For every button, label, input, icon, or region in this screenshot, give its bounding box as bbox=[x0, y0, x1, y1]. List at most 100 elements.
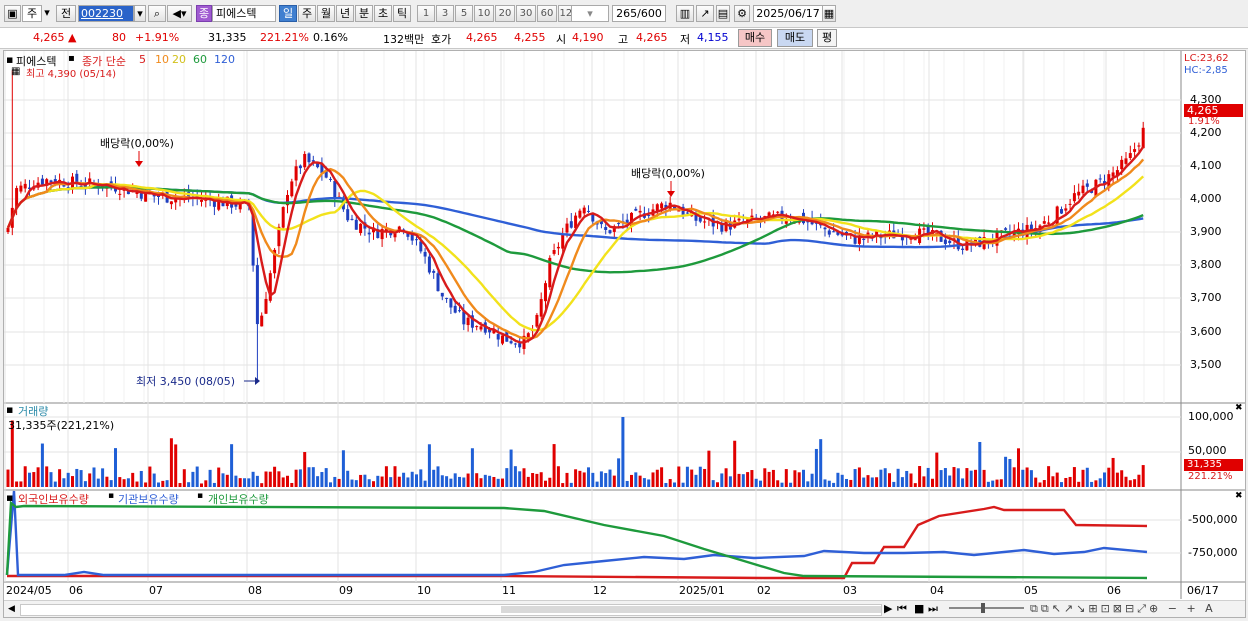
candle-body-103 bbox=[449, 298, 453, 308]
volume-toggle-icon[interactable]: ▪ bbox=[6, 403, 13, 416]
sell-button[interactable]: 매도 bbox=[777, 29, 813, 47]
volume-bar-139 bbox=[604, 473, 608, 487]
stock-code-input[interactable]: 002230 bbox=[78, 5, 134, 22]
speaker-icon[interactable]: ◀▾ bbox=[167, 5, 192, 22]
save-icon[interactable]: ▤ bbox=[716, 5, 730, 22]
volume-bar-222 bbox=[961, 478, 965, 487]
volume-bar-233 bbox=[1008, 458, 1012, 487]
volume-bar-173 bbox=[750, 470, 754, 487]
candle-body-213 bbox=[922, 228, 926, 230]
zoom-slider-thumb[interactable] bbox=[981, 603, 985, 613]
candle-body-76 bbox=[333, 181, 337, 199]
period-button-4[interactable]: 분 bbox=[355, 5, 373, 22]
search-icon[interactable]: ⌕ bbox=[148, 5, 166, 22]
interval-select[interactable]: ▾ bbox=[571, 5, 609, 22]
volume-bar-76 bbox=[333, 476, 337, 487]
current-price: 4,265 bbox=[33, 31, 65, 44]
calendar-icon[interactable]: ▦ bbox=[822, 5, 836, 22]
interval-button-3[interactable]: 10 bbox=[474, 5, 494, 22]
interval-button-1[interactable]: 3 bbox=[436, 5, 454, 22]
candle-body-263 bbox=[1137, 145, 1141, 147]
chart-svg[interactable] bbox=[4, 51, 1245, 617]
period-button-3[interactable]: 년 bbox=[336, 5, 354, 22]
interval-button-4[interactable]: 20 bbox=[495, 5, 515, 22]
holding-toggle-icon[interactable]: ▪ bbox=[6, 491, 13, 504]
volume-bar-129 bbox=[561, 483, 565, 487]
trend-icon[interactable]: ↗ bbox=[696, 5, 714, 22]
volume-bar-126 bbox=[548, 477, 552, 487]
period-button-1[interactable]: 주 bbox=[298, 5, 316, 22]
eval-button[interactable]: 평 bbox=[817, 29, 837, 47]
period-button-5[interactable]: 초 bbox=[374, 5, 392, 22]
period-button-6[interactable]: 틱 bbox=[393, 5, 411, 22]
candle-body-90 bbox=[393, 233, 397, 238]
volume-bar-249 bbox=[1077, 481, 1081, 487]
stop-icon[interactable]: ■ bbox=[914, 602, 924, 615]
date-field[interactable]: 2025/06/17 bbox=[753, 5, 823, 22]
volume-bar-50 bbox=[221, 473, 225, 487]
count-field[interactable]: 265/600 bbox=[612, 5, 666, 22]
period-select[interactable]: 주 bbox=[22, 5, 42, 22]
chart-type-icon[interactable]: ▣ bbox=[4, 5, 21, 22]
candle-body-249 bbox=[1077, 191, 1081, 196]
volume-bar-55 bbox=[243, 478, 246, 487]
volume-bar-40 bbox=[178, 483, 182, 487]
candle-body-199 bbox=[862, 238, 866, 240]
x-axis-label-2: 07 bbox=[149, 584, 163, 597]
candle-body-60 bbox=[264, 298, 268, 314]
panel-toggle-icon[interactable]: ▪ bbox=[6, 53, 13, 66]
jeon-button[interactable]: 전 bbox=[56, 5, 76, 22]
rewind-icon[interactable]: ⏮ bbox=[897, 602, 907, 616]
volume-current-tag: 31,335 bbox=[1184, 459, 1243, 471]
interval-button-2[interactable]: 5 bbox=[455, 5, 473, 22]
code-dropdown-icon[interactable]: ▾ bbox=[134, 5, 146, 22]
volume-bar-142 bbox=[617, 458, 621, 487]
play-icon[interactable]: ▶ bbox=[884, 602, 892, 615]
volume-bar-186 bbox=[806, 481, 810, 487]
volume-bar-12 bbox=[58, 469, 62, 487]
stock-code-value: 002230 bbox=[81, 7, 123, 20]
candle-body-158 bbox=[685, 212, 689, 214]
volume-bar-77 bbox=[337, 478, 341, 487]
period-button-2[interactable]: 월 bbox=[317, 5, 335, 22]
volume-bar-190 bbox=[823, 479, 827, 487]
volume-bar-36 bbox=[161, 480, 165, 487]
gear-icon[interactable]: ⚙ bbox=[734, 5, 750, 22]
volume-bar-119 bbox=[518, 471, 522, 487]
price-tick-8: 3,500 bbox=[1190, 358, 1222, 371]
zoom-slider[interactable] bbox=[949, 607, 1024, 609]
candle-body-129 bbox=[561, 234, 565, 249]
interval-button-6[interactable]: 60 bbox=[537, 5, 557, 22]
volume-bar-101 bbox=[440, 475, 444, 487]
holding-close-icon[interactable]: ✖ bbox=[1235, 491, 1243, 501]
x-axis-label-13: 06 bbox=[1107, 584, 1121, 597]
volume-bar-80 bbox=[350, 479, 354, 487]
candle-body-102 bbox=[445, 297, 449, 299]
chart-tools-icon[interactable]: ▥ bbox=[676, 5, 694, 22]
forward-icon[interactable]: ⏭ bbox=[928, 602, 938, 616]
scroll-left-icon[interactable]: ◀ bbox=[8, 604, 15, 614]
volume-bar-204 bbox=[883, 468, 887, 487]
volume-bar-10 bbox=[49, 472, 53, 487]
period-button-0[interactable]: 일 bbox=[279, 5, 297, 22]
view-tools-icon[interactable]: ⧉⧉↖↗↘⊞⊡⊠⊟⤢⊕ − + A bbox=[1030, 602, 1216, 616]
volume-bar-263 bbox=[1137, 474, 1141, 487]
interval-button-5[interactable]: 30 bbox=[516, 5, 536, 22]
scrollbar-thumb[interactable] bbox=[501, 606, 881, 613]
horizontal-scrollbar[interactable] bbox=[20, 604, 882, 616]
volume-bar-136 bbox=[591, 472, 595, 487]
stock-name-value: 피에스텍 bbox=[216, 7, 257, 20]
volume-bar-208 bbox=[900, 477, 904, 487]
volume-close-icon[interactable]: ✖ bbox=[1235, 403, 1243, 413]
interval-button-0[interactable]: 1 bbox=[417, 5, 435, 22]
buy-button[interactable]: 매수 bbox=[738, 29, 772, 47]
candle-body-124 bbox=[539, 299, 543, 317]
volume-bar-226 bbox=[978, 441, 982, 487]
volume-bar-75 bbox=[329, 482, 332, 487]
volume-bar-120 bbox=[522, 468, 526, 487]
price-panel-close[interactable]: ▪ bbox=[68, 53, 75, 64]
volume-bar-29 bbox=[131, 472, 135, 487]
ask-value: 4,265 bbox=[466, 31, 498, 44]
chart-area[interactable]: ▪ 피에스텍 ▪ 종가 단순 5 10 20 60 120 ▦ 최고 4,390… bbox=[3, 50, 1246, 618]
volume-bar-20 bbox=[92, 467, 96, 487]
